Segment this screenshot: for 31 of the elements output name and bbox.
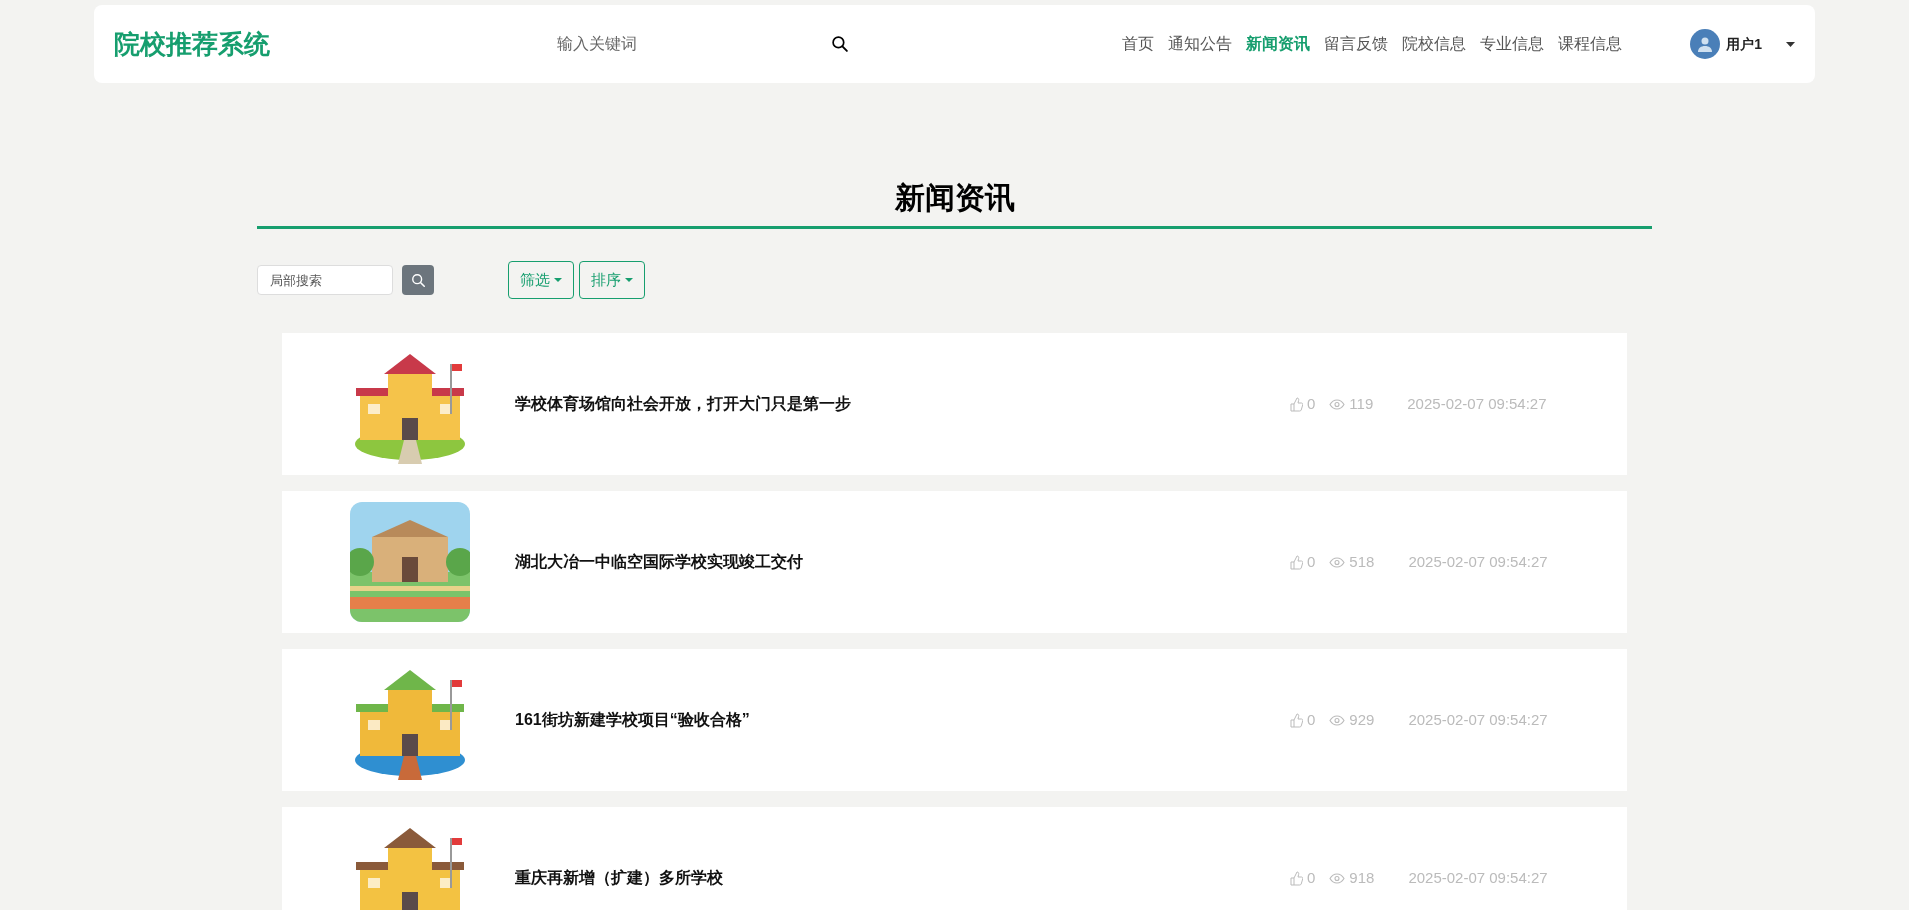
- news-card[interactable]: 学校体育场馆向社会开放，打开大门只是第一步 0 119 2025-02-07 09:54:27: [282, 333, 1627, 475]
- view-count: 929: [1349, 709, 1375, 730]
- nav-link[interactable]: 首页: [1122, 32, 1154, 56]
- nav-link[interactable]: 院校信息: [1402, 32, 1466, 56]
- search-field[interactable]: 输入关键词: [549, 32, 831, 56]
- news-date: 2025-02-07 09:54:27: [1408, 551, 1548, 572]
- view-count: 518: [1349, 551, 1375, 572]
- news-title[interactable]: 重庆再新增（扩建）多所学校: [515, 866, 1235, 890]
- view-count: 918: [1349, 867, 1375, 888]
- like-count: 0: [1307, 393, 1316, 414]
- news-card[interactable]: 湖北大冶一中临空国际学校实现竣工交付 0 518 2025-02-07 09:54:27: [282, 491, 1627, 633]
- like-count: 0: [1307, 709, 1316, 730]
- view-count: 119: [1349, 393, 1374, 414]
- news-card[interactable]: 重庆再新增（扩建）多所学校 0 918 2025-02-07 09:54:27: [282, 807, 1627, 910]
- nav-link[interactable]: 专业信息: [1480, 32, 1544, 56]
- like-count: 0: [1307, 551, 1316, 572]
- nav-link[interactable]: 课程信息: [1558, 32, 1622, 56]
- news-title[interactable]: 161街坊新建学校项目“验收合格”: [515, 708, 1235, 732]
- nav-link[interactable]: 留言反馈: [1324, 32, 1388, 56]
- site-logo: 院校推荐系统: [114, 27, 271, 61]
- news-date: 2025-02-07 09:54:27: [1408, 867, 1548, 888]
- news-title[interactable]: 湖北大冶一中临空国际学校实现竣工交付: [515, 550, 1235, 574]
- news-title[interactable]: 学校体育场馆向社会开放，打开大门只是第一步: [515, 392, 1235, 416]
- like-count: 0: [1307, 867, 1316, 888]
- nav-link[interactable]: 通知公告: [1168, 32, 1232, 56]
- news-date: 2025-02-07 09:54:27: [1407, 393, 1547, 414]
- search-field[interactable]: 局部搜索: [257, 265, 393, 295]
- news-card[interactable]: 161街坊新建学校项目“验收合格” 0 929 2025-02-07 09:54:27: [282, 649, 1627, 791]
- user-name[interactable]: 用户1: [1726, 33, 1762, 55]
- page-title: 新闻资讯: [894, 180, 1015, 216]
- news-date: 2025-02-07 09:54:27: [1408, 709, 1548, 730]
